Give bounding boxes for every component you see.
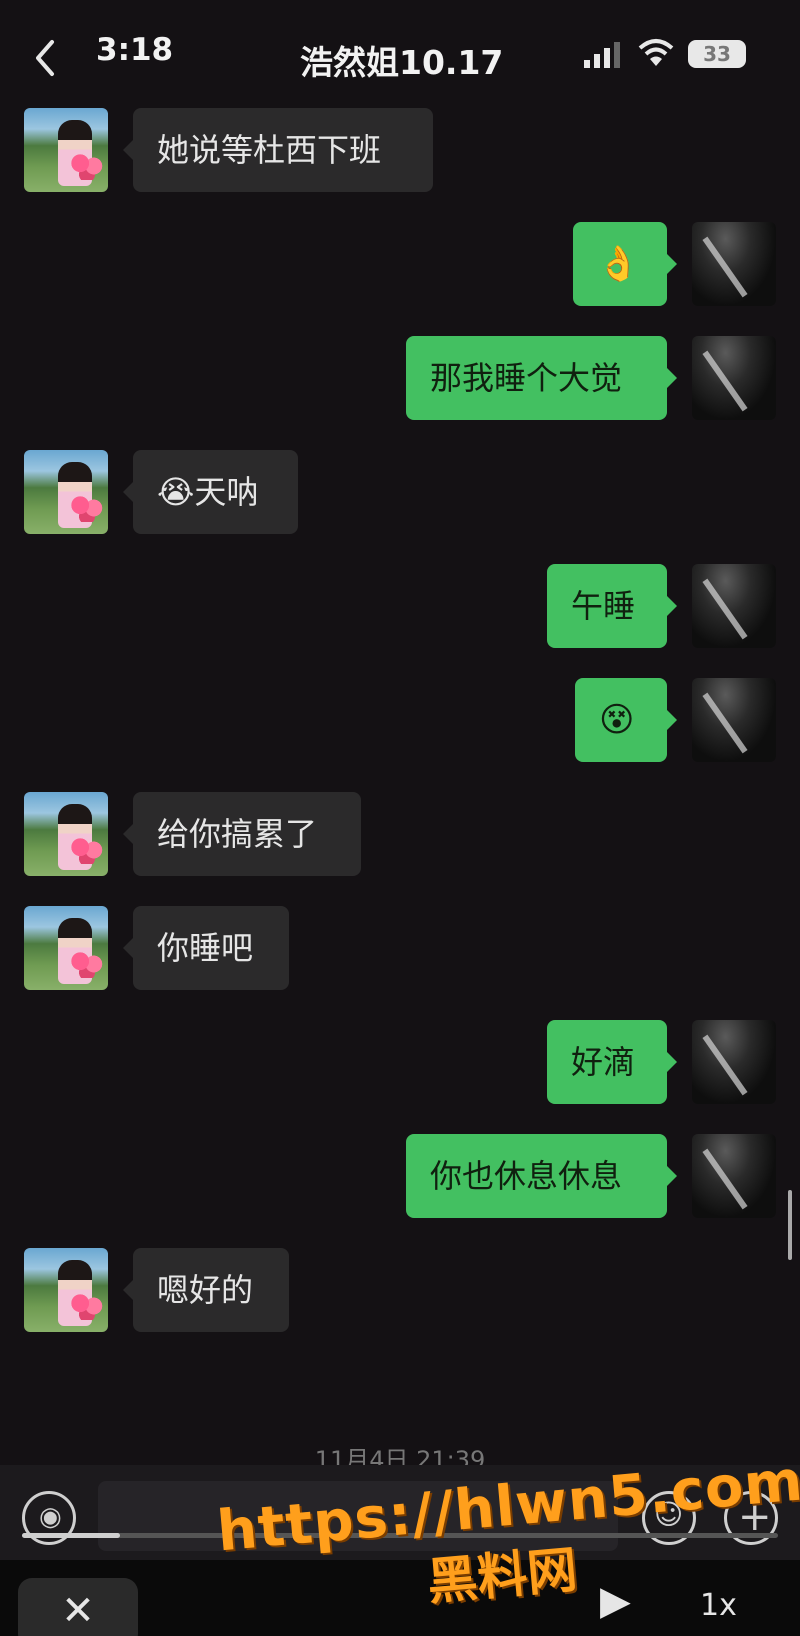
message-bubble-incoming[interactable]: 你睡吧	[123, 906, 289, 990]
avatar-contact[interactable]	[24, 108, 108, 192]
avatar-self[interactable]	[692, 1020, 776, 1104]
message-row: 👌	[0, 222, 800, 306]
message-bubble-incoming[interactable]: 😭天呐	[123, 450, 298, 534]
message-bubble-outgoing[interactable]: 👌	[573, 222, 677, 306]
message-row: 嗯好的	[0, 1248, 800, 1332]
message-row: 午睡	[0, 564, 800, 648]
avatar-self[interactable]	[692, 222, 776, 306]
chevron-left-icon	[36, 40, 54, 76]
message-bubble-outgoing[interactable]: 午睡	[547, 564, 677, 648]
message-row: 给你搞累了	[0, 792, 800, 876]
close-icon: ✕	[61, 1588, 95, 1634]
avatar-self[interactable]	[692, 1134, 776, 1218]
avatar-self[interactable]	[692, 336, 776, 420]
message-bubble-incoming[interactable]: 嗯好的	[123, 1248, 289, 1332]
avatar-contact[interactable]	[24, 906, 108, 990]
status-bar: 3:18 浩然姐10.17 33	[0, 0, 800, 110]
avatar-contact[interactable]	[24, 1248, 108, 1332]
avatar-contact[interactable]	[24, 792, 108, 876]
signal-icon	[584, 42, 620, 68]
chat-title: 浩然姐10.17	[300, 43, 504, 82]
voice-icon: ◉	[39, 1502, 62, 1532]
scrollbar[interactable]	[788, 1190, 792, 1260]
message-row: 好滴	[0, 1020, 800, 1104]
avatar-contact[interactable]	[24, 450, 108, 534]
wifi-icon	[638, 39, 674, 66]
video-progress-fill	[22, 1533, 121, 1538]
battery-indicator: 33	[688, 40, 746, 68]
message-row: 😭天呐	[0, 450, 800, 534]
message-bubble-incoming[interactable]: 给你搞累了	[123, 792, 361, 876]
message-row: 你也休息休息	[0, 1134, 800, 1218]
message-bubble-outgoing[interactable]: 好滴	[547, 1020, 677, 1104]
avatar-self[interactable]	[692, 678, 776, 762]
chat-history[interactable]: 她说等杜西下班 👌 那我睡个大觉 😭天呐 午睡 😵 给你搞累了 你睡吧 好滴 你…	[0, 100, 800, 1460]
message-row: 你睡吧	[0, 906, 800, 990]
status-time: 3:18	[96, 32, 174, 68]
message-bubble-outgoing[interactable]: 😵	[575, 678, 677, 762]
message-row: 她说等杜西下班	[0, 108, 800, 192]
message-row: 😵	[0, 678, 800, 762]
back-button[interactable]	[30, 38, 60, 78]
message-bubble-outgoing[interactable]: 那我睡个大觉	[406, 336, 677, 420]
message-row: 那我睡个大觉	[0, 336, 800, 420]
avatar-self[interactable]	[692, 564, 776, 648]
close-button[interactable]: ✕	[18, 1578, 138, 1636]
message-bubble-incoming[interactable]: 她说等杜西下班	[123, 108, 433, 192]
message-bubble-outgoing[interactable]: 你也休息休息	[406, 1134, 677, 1218]
